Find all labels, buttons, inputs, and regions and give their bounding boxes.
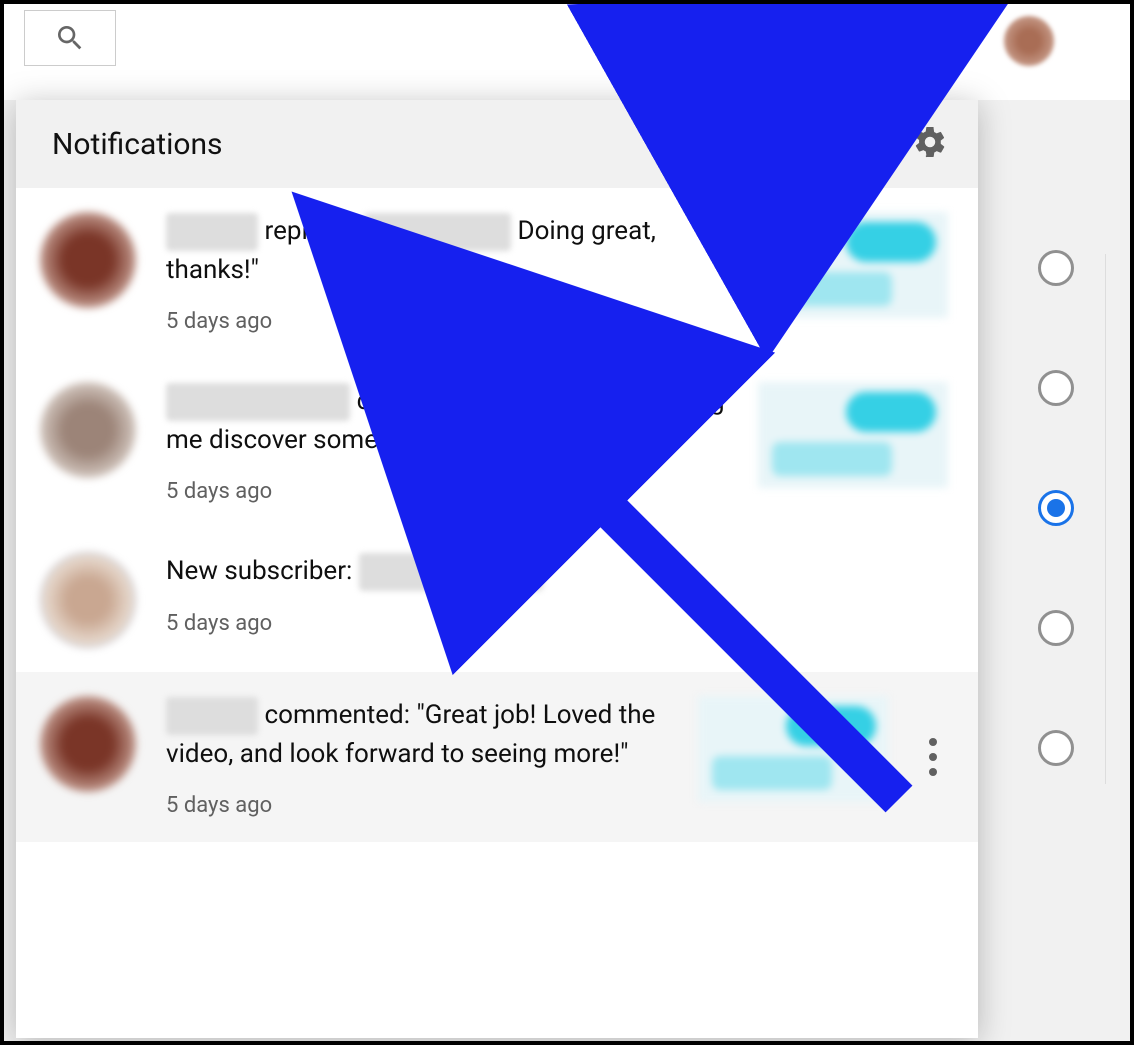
radio-option-2[interactable] [1038, 370, 1074, 406]
apps-button[interactable] [724, 32, 764, 72]
radio-option-1[interactable] [1038, 250, 1074, 286]
radio-option-3[interactable] [1038, 490, 1074, 526]
video-plus-icon [624, 34, 660, 70]
notification-settings-button[interactable] [912, 124, 948, 164]
item-menu-button[interactable] [918, 696, 948, 818]
gear-icon [912, 124, 948, 160]
avatar [40, 212, 136, 308]
avatar [40, 382, 136, 478]
notification-text: █████ replied: "████████ Doing great, th… [166, 212, 728, 289]
search-button[interactable] [24, 10, 116, 66]
video-thumbnail[interactable] [698, 696, 888, 802]
notification-text: New subscriber: ██████████ [166, 552, 728, 591]
video-thumbnail[interactable] [758, 212, 948, 318]
notification-time: 5 days ago [166, 611, 728, 636]
radio-option-5[interactable] [1038, 730, 1074, 766]
account-avatar[interactable] [1004, 16, 1054, 66]
create-video-button[interactable] [622, 32, 662, 72]
apps-grid-icon [729, 37, 759, 67]
search-icon [54, 22, 86, 54]
avatar [40, 552, 136, 648]
top-bar: 9+ [4, 4, 1130, 100]
panel-header: Notifications [16, 100, 978, 188]
notification-item[interactable]: █████ replied: "████████ Doing great, th… [16, 188, 978, 358]
notification-item[interactable]: ██████████ commented: "██nks for helping… [16, 358, 978, 528]
panel-title: Notifications [52, 127, 223, 162]
notification-item[interactable]: New subscriber: ██████████ 5 days ago [16, 528, 978, 672]
video-thumbnail[interactable] [758, 382, 948, 488]
notification-item[interactable]: █████ commented: "Great job! Loved the v… [16, 672, 978, 842]
notifications-panel: Notifications █████ replied: "████████ D… [16, 100, 978, 1038]
notification-time: 5 days ago [166, 479, 728, 504]
notification-time: 5 days ago [166, 793, 668, 818]
notification-text: █████ commented: "Great job! Loved the v… [166, 696, 668, 773]
notification-text: ██████████ commented: "██nks for helping… [166, 382, 728, 459]
notification-time: 5 days ago [166, 309, 728, 334]
divider [1105, 254, 1106, 784]
notification-list: █████ replied: "████████ Doing great, th… [16, 188, 978, 1038]
notifications-button[interactable]: 9+ [912, 32, 952, 72]
notification-badge: 9+ [932, 24, 962, 54]
radio-option-4[interactable] [1038, 610, 1074, 646]
avatar [40, 696, 136, 792]
radio-group [1038, 250, 1074, 766]
